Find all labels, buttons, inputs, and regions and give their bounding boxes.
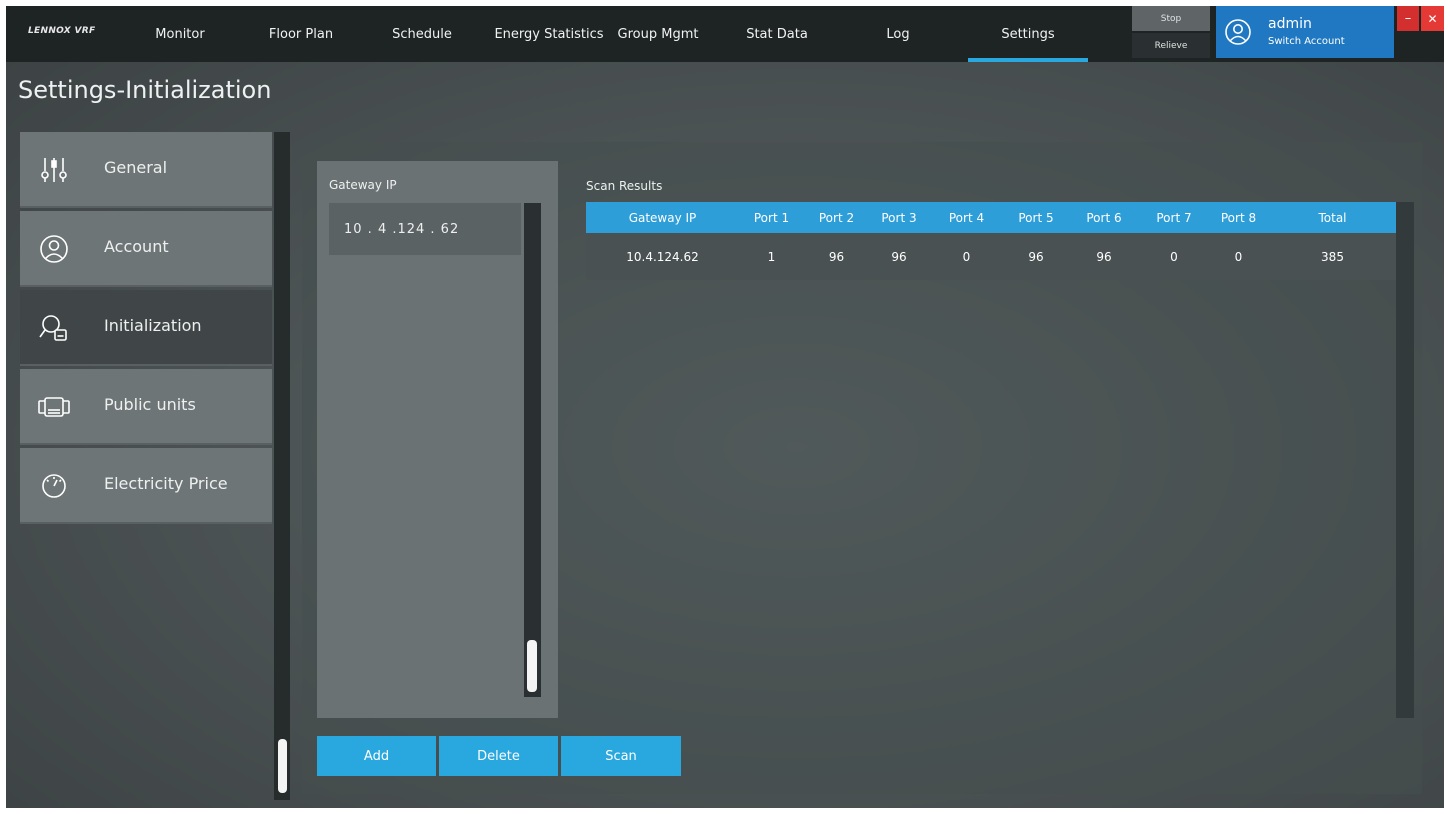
sidebar-scroll-thumb[interactable] bbox=[278, 739, 287, 793]
column-header-port-5[interactable]: Port 5 bbox=[1004, 202, 1068, 233]
nav-log[interactable]: Log bbox=[868, 6, 928, 62]
nav-group-mgmt[interactable]: Group Mgmt bbox=[608, 6, 708, 62]
column-header-port-1[interactable]: Port 1 bbox=[739, 202, 804, 233]
public-units-icon bbox=[38, 397, 70, 417]
nav-settings[interactable]: Settings bbox=[968, 6, 1088, 62]
sidebar-item-label: Initialization bbox=[104, 316, 202, 335]
cell-port-8: 0 bbox=[1234, 249, 1243, 264]
sidebar-scrollbar[interactable] bbox=[274, 132, 290, 800]
user-icon bbox=[40, 235, 68, 263]
gateway-ip-entry[interactable]: 10 . 4 .124 . 62 bbox=[344, 222, 459, 237]
sidebar-item-electricity-price[interactable]: Electricity Price bbox=[20, 448, 272, 524]
column-header-port-7[interactable]: Port 7 bbox=[1140, 202, 1208, 233]
nav-schedule[interactable]: Schedule bbox=[381, 6, 463, 62]
column-header-port-2[interactable]: Port 2 bbox=[804, 202, 869, 233]
gateway-list-scroll-thumb[interactable] bbox=[527, 640, 537, 692]
table-row[interactable]: 10.4.124.62 1 96 96 0 96 96 0 0 385 bbox=[586, 233, 1396, 280]
cell-port-7: 0 bbox=[1170, 249, 1178, 264]
sidebar-item-label: Account bbox=[104, 237, 169, 256]
cell-gateway-ip: 10.4.124.62 bbox=[626, 249, 699, 264]
gauge-icon bbox=[42, 474, 66, 498]
scan-results-title: Scan Results bbox=[586, 179, 663, 193]
sidebar-item-label: Electricity Price bbox=[104, 474, 228, 493]
cell-port-3: 96 bbox=[891, 249, 907, 264]
column-header-port-8[interactable]: Port 8 bbox=[1208, 202, 1269, 233]
column-header-gateway-ip[interactable]: Gateway IP bbox=[586, 202, 739, 233]
sidebar-item-account[interactable]: Account bbox=[20, 211, 272, 287]
gateway-list-scrollbar[interactable] bbox=[524, 203, 541, 697]
sliders-icon bbox=[41, 158, 67, 182]
cell-port-5: 96 bbox=[1028, 249, 1044, 264]
nav-floor-plan[interactable]: Floor Plan bbox=[260, 6, 342, 62]
cell-port-1: 1 bbox=[767, 249, 776, 264]
account-username: admin bbox=[1268, 16, 1312, 32]
cell-port-4: 0 bbox=[962, 249, 971, 264]
sidebar-item-general[interactable]: General bbox=[20, 132, 272, 208]
sidebar-item-label: Public units bbox=[104, 395, 196, 414]
cell-port-2: 96 bbox=[828, 249, 845, 264]
minimize-button[interactable]: – bbox=[1397, 6, 1419, 31]
stop-button[interactable]: Stop bbox=[1132, 6, 1210, 31]
search-device-icon bbox=[39, 315, 67, 341]
gateway-ip-title: Gateway IP bbox=[329, 178, 397, 192]
lennox-logo: LENNOX VRF bbox=[28, 26, 96, 36]
column-header-port-6[interactable]: Port 6 bbox=[1068, 202, 1140, 233]
add-button[interactable]: Add bbox=[317, 736, 436, 776]
column-header-port-3[interactable]: Port 3 bbox=[869, 202, 929, 233]
delete-button[interactable]: Delete bbox=[439, 736, 558, 776]
column-header-total[interactable]: Total bbox=[1269, 202, 1396, 233]
close-button[interactable]: ✕ bbox=[1421, 6, 1444, 31]
sidebar-item-label: General bbox=[104, 158, 168, 177]
account-switcher[interactable]: admin Switch Account bbox=[1216, 6, 1394, 58]
sidebar-item-public-units[interactable]: Public units bbox=[20, 369, 272, 445]
column-header-port-4[interactable]: Port 4 bbox=[929, 202, 1004, 233]
page-title: Settings-Initialization bbox=[18, 76, 272, 104]
cell-port-6: 96 bbox=[1096, 249, 1112, 264]
nav-monitor[interactable]: Monitor bbox=[138, 6, 222, 62]
relieve-button[interactable]: Relieve bbox=[1132, 33, 1210, 58]
nav-stat-data[interactable]: Stat Data bbox=[736, 6, 818, 62]
user-avatar-icon bbox=[1225, 19, 1251, 45]
nav-energy-statistics[interactable]: Energy Statistics bbox=[486, 6, 612, 62]
app-window: LENNOX VRF Monitor Floor Plan Schedule E… bbox=[6, 6, 1444, 808]
scan-results-scrollbar[interactable] bbox=[1396, 202, 1414, 718]
switch-account-label: Switch Account bbox=[1268, 36, 1345, 47]
sidebar-item-initialization[interactable]: Initialization bbox=[20, 290, 272, 366]
scan-button[interactable]: Scan bbox=[561, 736, 681, 776]
scan-results-header: Gateway IP Port 1 Port 2 Port 3 Port 4 P… bbox=[586, 202, 1396, 233]
cell-total: 385 bbox=[1321, 249, 1344, 264]
top-nav-bar: LENNOX VRF Monitor Floor Plan Schedule E… bbox=[6, 6, 1444, 62]
